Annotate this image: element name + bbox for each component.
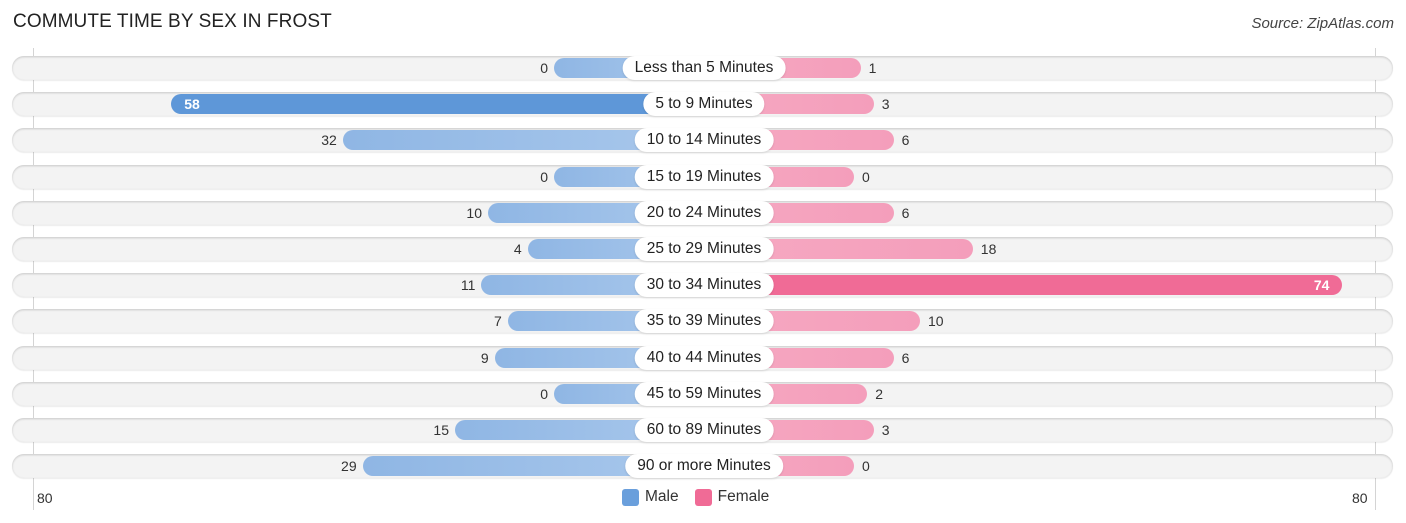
male-value-label: 0: [540, 386, 548, 402]
male-value-label: 11: [460, 277, 476, 293]
male-value-label: 7: [494, 313, 502, 329]
category-label: 20 to 24 Minutes: [634, 201, 774, 225]
female-value-label: 1: [868, 60, 877, 76]
female-value-label: 6: [901, 132, 910, 148]
category-label: 15 to 19 Minutes: [634, 165, 774, 189]
male-value-label: 9: [480, 350, 489, 366]
female-value-label: 2: [875, 386, 883, 402]
legend-item-female[interactable]: Female: [694, 488, 770, 506]
male-value-label: 15: [433, 422, 449, 438]
male-value-label: 10: [466, 205, 482, 221]
male-value-label: 29: [341, 458, 357, 474]
female-value-label: 74: [1313, 277, 1330, 293]
male-swatch: [622, 488, 639, 506]
category-label: 25 to 29 Minutes: [634, 237, 774, 261]
source-credit: Source: ZipAtlas.com: [1251, 15, 1394, 32]
female-value-label: 6: [901, 205, 910, 221]
category-label: 90 or more Minutes: [625, 454, 783, 478]
category-label: 60 to 89 Minutes: [634, 418, 774, 442]
female-bar[interactable]: [704, 275, 1343, 295]
legend: Male Female: [622, 488, 785, 506]
male-bar[interactable]: [171, 94, 704, 114]
female-value-label: 0: [862, 169, 870, 185]
female-value-label: 3: [881, 96, 890, 112]
category-label: 40 to 44 Minutes: [634, 346, 774, 370]
female-value-label: 18: [980, 241, 997, 257]
female-value-label: 0: [862, 458, 870, 474]
left-axis-tick: 80: [37, 490, 53, 506]
category-label: 45 to 59 Minutes: [634, 382, 774, 406]
legend-item-male[interactable]: Male: [622, 488, 679, 506]
male-value-label: 58: [184, 96, 200, 112]
category-label: Less than 5 Minutes: [622, 56, 786, 80]
category-label: 10 to 14 Minutes: [634, 128, 774, 152]
female-value-label: 10: [928, 313, 944, 329]
male-value-label: 0: [540, 169, 548, 185]
legend-label-male: Male: [645, 488, 679, 505]
chart-title: COMMUTE TIME BY SEX IN FROST: [13, 11, 332, 32]
female-swatch: [694, 488, 712, 506]
female-value-label: 6: [901, 350, 910, 366]
category-label: 5 to 9 Minutes: [643, 92, 765, 116]
category-label: 30 to 34 Minutes: [634, 273, 774, 297]
right-axis-tick: 80: [1352, 490, 1368, 506]
legend-label-female: Female: [717, 488, 770, 505]
category-label: 35 to 39 Minutes: [634, 309, 774, 333]
male-value-label: 32: [321, 132, 337, 148]
male-value-label: 0: [540, 60, 548, 76]
male-value-label: 4: [513, 241, 522, 257]
female-value-label: 3: [881, 422, 890, 438]
